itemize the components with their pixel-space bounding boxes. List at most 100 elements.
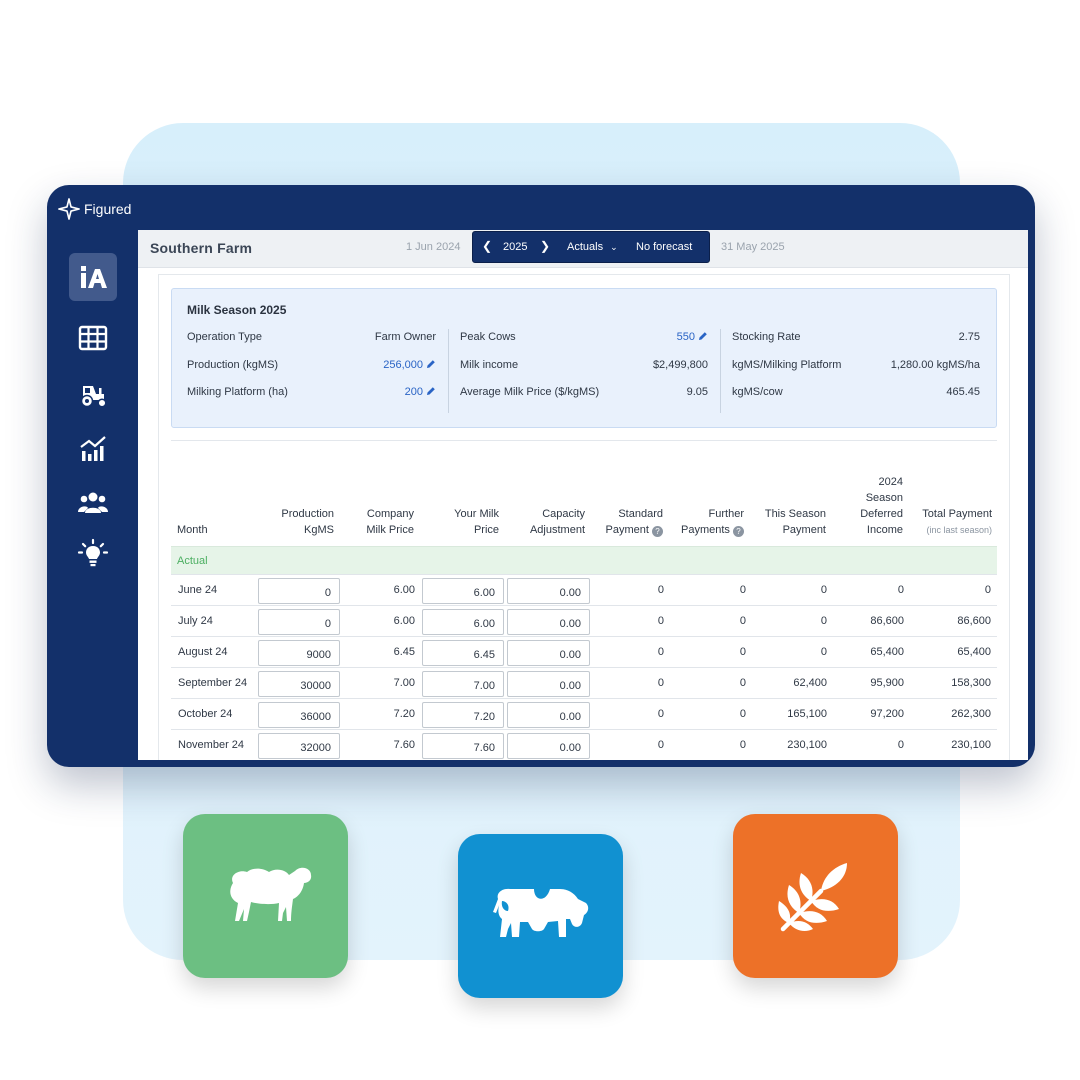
sidebar-item-farm[interactable] xyxy=(69,253,117,301)
figured-star-icon xyxy=(58,198,80,220)
production-input[interactable]: 36000 xyxy=(258,702,340,728)
season-summary-card: Milk Season 2025 Operation Type Farm Own… xyxy=(171,288,997,428)
production-input[interactable]: 32000 xyxy=(258,733,340,759)
company-price-cell: 6.00 xyxy=(393,615,415,627)
summary-label: Operation Type xyxy=(187,331,263,343)
year-label[interactable]: 2025 xyxy=(503,241,527,253)
production-input[interactable]: 9000 xyxy=(258,640,340,666)
wheat-tile[interactable] xyxy=(733,814,898,978)
company-price-cell: 7.60 xyxy=(393,739,415,751)
mode-label: Actuals xyxy=(567,241,604,253)
production-input[interactable]: 0 xyxy=(258,609,340,635)
total-cell: 65,400 xyxy=(957,646,991,658)
sidebar-item-tractor[interactable] xyxy=(69,370,117,418)
deferred-cell: 0 xyxy=(897,584,904,596)
month-cell: July 24 xyxy=(178,615,213,627)
pencil-icon xyxy=(427,387,435,395)
farm-name[interactable]: Southern Farm xyxy=(150,240,252,256)
top-bar: Southern Farm 1 Jun 2024 ❮ 2025 ❯ Actual… xyxy=(138,230,1028,268)
cow-icon xyxy=(492,888,588,937)
total-cell: 230,100 xyxy=(951,739,991,751)
help-icon[interactable]: ? xyxy=(652,526,663,537)
capacity-input[interactable]: 0.00 xyxy=(507,702,590,728)
further-cell: 0 xyxy=(739,739,746,751)
next-year-chevron-icon[interactable]: ❯ xyxy=(540,239,550,253)
your-price-input[interactable]: 6.45 xyxy=(422,640,504,666)
month-cell: November 24 xyxy=(178,739,245,751)
table-row: June 24 0 6.00 6.00 0.00 0 0 0 0 0 xyxy=(171,574,997,605)
mode-dropdown[interactable]: Actuals ⌄ xyxy=(567,241,618,253)
month-cell: August 24 xyxy=(178,646,228,658)
further-cell: 0 xyxy=(739,677,746,689)
forecast-selector[interactable]: No forecast xyxy=(636,241,692,253)
summary-value: Farm Owner xyxy=(374,331,436,343)
month-cell: September 24 xyxy=(178,677,248,689)
this-season-cell: 0 xyxy=(820,584,827,596)
capacity-input[interactable]: 0.00 xyxy=(507,609,590,635)
main-panel: Southern Farm 1 Jun 2024 ❮ 2025 ❯ Actual… xyxy=(138,230,1028,760)
header-further-payments: Further Payments ? xyxy=(681,508,744,537)
capacity-input[interactable]: 0.00 xyxy=(507,578,590,604)
sidebar-item-people[interactable] xyxy=(69,479,117,527)
further-cell: 0 xyxy=(739,708,746,720)
standard-cell: 0 xyxy=(657,584,664,596)
summary-value: 256,000 xyxy=(383,359,423,371)
table-row: July 24 0 6.00 6.00 0.00 0 0 0 86,600 86,600 xyxy=(171,605,997,636)
capacity-input[interactable]: 0.00 xyxy=(507,733,590,759)
brand-logo[interactable]: Figured xyxy=(58,198,131,220)
capacity-input[interactable]: 0.00 xyxy=(507,671,590,697)
sidebar-item-insights[interactable] xyxy=(69,530,117,578)
summary-value: 550 xyxy=(676,331,695,343)
your-price-input[interactable]: 7.00 xyxy=(422,671,504,697)
chevron-down-icon: ⌄ xyxy=(610,242,618,252)
this-season-cell: 0 xyxy=(820,615,827,627)
company-price-cell: 6.45 xyxy=(393,646,415,658)
this-season-cell: 0 xyxy=(820,646,827,658)
standard-cell: 0 xyxy=(657,646,664,658)
section-row-actual: Actual xyxy=(171,546,997,574)
header-this-season: This Season Payment xyxy=(764,508,826,536)
header-production: Production KgMS xyxy=(281,508,334,536)
further-cell: 0 xyxy=(739,615,746,627)
header-your-price: Your Milk Price xyxy=(454,508,499,536)
summary-label: kgMS/cow xyxy=(732,386,783,398)
section-divider xyxy=(171,440,997,441)
prev-year-chevron-icon[interactable]: ❮ xyxy=(482,239,492,253)
total-cell: 0 xyxy=(984,584,991,596)
your-price-input[interactable]: 6.00 xyxy=(422,578,504,604)
table-row: October 24 36000 7.20 7.20 0.00 0 0 165,100 97,2… xyxy=(171,698,997,729)
your-price-input[interactable]: 6.00 xyxy=(422,609,504,635)
brand-name: Figured xyxy=(84,201,132,217)
summary-value: $2,499,800 xyxy=(652,359,708,371)
production-input[interactable]: 0 xyxy=(258,578,340,604)
this-season-cell: 230,100 xyxy=(787,739,827,751)
this-season-cell: 165,100 xyxy=(787,708,827,720)
summary-label: Milking Platform (ha) xyxy=(187,386,288,398)
platform-edit-link[interactable]: 200 xyxy=(405,386,436,398)
sidebar-item-grid[interactable] xyxy=(69,314,117,362)
tractor-icon xyxy=(80,386,107,408)
total-cell: 86,600 xyxy=(957,615,991,627)
cow-tile[interactable] xyxy=(458,834,623,998)
sheep-tile[interactable] xyxy=(183,814,348,978)
summary-label: kgMS/Milking Platform xyxy=(732,359,842,371)
your-price-input[interactable]: 7.60 xyxy=(422,733,504,759)
summary-title: Milk Season 2025 xyxy=(187,303,287,317)
summary-label: Milk income xyxy=(460,359,519,371)
header-deferred-income: 2024 Season Deferred Income xyxy=(860,476,903,536)
production-edit-link[interactable]: 256,000 xyxy=(383,359,436,371)
help-icon[interactable]: ? xyxy=(733,526,744,537)
company-price-cell: 7.20 xyxy=(393,708,415,720)
your-price-input[interactable]: 7.20 xyxy=(422,702,504,728)
production-input[interactable]: 30000 xyxy=(258,671,340,697)
sidebar-item-chart[interactable] xyxy=(69,425,117,473)
further-cell: 0 xyxy=(739,584,746,596)
pencil-icon xyxy=(699,332,707,340)
this-season-cell: 62,400 xyxy=(793,677,827,689)
farm-ia-icon xyxy=(81,266,107,288)
summary-value: 465.45 xyxy=(946,386,980,398)
season-start-date: 1 Jun 2024 xyxy=(406,241,461,253)
peak-cows-edit-link[interactable]: 550 xyxy=(677,331,708,343)
capacity-input[interactable]: 0.00 xyxy=(507,640,590,666)
company-price-cell: 6.00 xyxy=(393,584,415,596)
